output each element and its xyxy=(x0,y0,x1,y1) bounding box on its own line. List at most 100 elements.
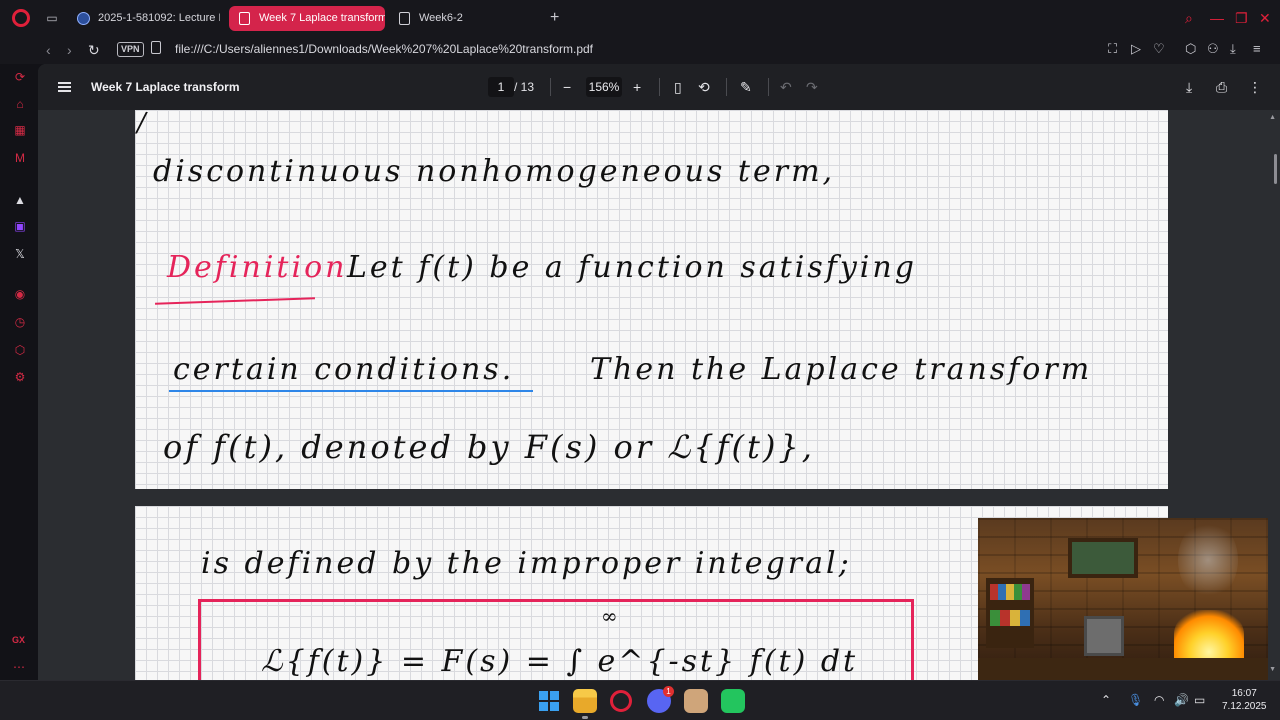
aria-icon[interactable]: ▲ xyxy=(12,192,28,208)
forward-icon[interactable]: › xyxy=(67,42,72,58)
scroll-up-icon[interactable]: ▲ xyxy=(1269,114,1276,121)
video-furnace xyxy=(1084,616,1124,656)
clock-time: 16:07 xyxy=(1231,688,1257,699)
divider xyxy=(659,78,660,96)
zoom-input[interactable]: 156% xyxy=(586,77,622,97)
annotate-icon[interactable]: ✎ xyxy=(740,78,752,96)
divider xyxy=(726,78,727,96)
tab-week6-2[interactable]: Week6-2 xyxy=(389,6,539,31)
bag-icon[interactable]: ⌂ xyxy=(12,96,28,112)
new-tab-button[interactable]: + xyxy=(550,10,559,26)
video-overlay[interactable] xyxy=(978,518,1268,680)
rotate-icon[interactable]: ⟲ xyxy=(698,78,710,96)
integral-upper-limit: ∞ xyxy=(601,604,621,628)
video-floor xyxy=(978,658,1268,680)
file-explorer-icon[interactable] xyxy=(573,689,597,719)
green-app-icon[interactable] xyxy=(721,689,745,713)
back-icon[interactable]: ‹ xyxy=(46,42,51,58)
redo-icon[interactable]: ↷ xyxy=(806,78,818,96)
discord-icon[interactable]: 1 xyxy=(647,686,674,713)
opera-logo-icon[interactable] xyxy=(12,9,30,27)
tab-week7-laplace[interactable]: Week 7 Laplace transform xyxy=(229,6,385,31)
page-number-input[interactable]: 1 xyxy=(488,77,514,97)
pdf-toolbar: Week 7 Laplace transform 1 / 13 − 156% +… xyxy=(38,64,1280,110)
close-button[interactable]: ✕ xyxy=(1259,10,1271,26)
opera-taskbar-icon[interactable] xyxy=(610,690,632,712)
gx-icon[interactable]: GX xyxy=(12,635,25,645)
tab-label: Week6-2 xyxy=(419,12,463,24)
tab-label: 2025-1-581092: Lecture N xyxy=(98,12,220,24)
vpn-badge[interactable]: VPN xyxy=(117,42,144,57)
windows-start-icon[interactable] xyxy=(537,689,561,713)
minimize-button[interactable]: — xyxy=(1210,10,1224,26)
page-total: / 13 xyxy=(514,80,535,94)
document-title: Week 7 Laplace transform xyxy=(91,80,240,94)
volume-icon[interactable]: 🔊 xyxy=(1174,693,1189,707)
settings-icon[interactable]: ⚙ xyxy=(12,369,28,385)
system-clock[interactable]: 16:07 7.12.2025 xyxy=(1222,687,1267,713)
windows-taskbar: 1 ⌃ 🎙 ◠ 🔊 ▭ 16:07 7.12.2025 xyxy=(0,680,1280,720)
fit-page-icon[interactable]: ▯ xyxy=(674,78,682,96)
x-icon[interactable]: 𝕏 xyxy=(12,246,28,262)
page-edge-stroke: / xyxy=(137,110,149,138)
snapshot-icon[interactable]: ⛶ xyxy=(1108,41,1117,57)
print-icon[interactable]: ⎙ xyxy=(1216,78,1227,96)
speed-dial-icon[interactable]: ⟳ xyxy=(12,69,28,85)
video-painting xyxy=(1068,538,1138,578)
microphone-icon[interactable]: 🎙 xyxy=(1128,693,1143,707)
url-field[interactable]: file:///C:/Users/aliennes1/Downloads/Wee… xyxy=(175,40,593,58)
video-books xyxy=(990,610,1030,626)
note-line-1: discontinuous nonhomogeneous term, xyxy=(153,154,836,189)
player-icon[interactable]: ◉ xyxy=(12,286,28,302)
characters-app-icon[interactable] xyxy=(684,689,708,713)
twitch-icon[interactable]: ▣ xyxy=(12,218,28,234)
file-icon xyxy=(151,41,161,54)
pdf-page-1: / discontinuous nonhomogeneous term, Def… xyxy=(135,110,1168,489)
downloads-icon[interactable]: ⤓ xyxy=(1230,41,1236,57)
profile-icon[interactable]: ⚇ xyxy=(1207,41,1219,57)
definition-underline xyxy=(155,297,315,305)
note-line-3-underlined: certain conditions. xyxy=(173,352,515,387)
extensions-icon[interactable]: ⬡ xyxy=(12,342,28,358)
extensions-icon[interactable]: ⬡ xyxy=(1185,41,1196,57)
download-icon[interactable]: ⤓ xyxy=(1186,78,1192,96)
browser-tab-strip: ▭ 2025-1-581092: Lecture N Week 7 Laplac… xyxy=(0,0,1280,36)
player-icon[interactable]: ▷ xyxy=(1131,41,1141,57)
battery-icon[interactable]: ▭ xyxy=(1194,693,1205,707)
divider xyxy=(550,78,551,96)
more-actions-icon[interactable]: ⋮ xyxy=(1248,78,1262,96)
easy-setup-icon[interactable]: ≡ xyxy=(1253,41,1261,57)
tab-lecture[interactable]: 2025-1-581092: Lecture N xyxy=(68,6,220,31)
zoom-in-icon[interactable]: + xyxy=(633,78,641,96)
note-line-2: Let f(t) be a function satisfying xyxy=(347,250,917,285)
history-icon[interactable]: ◷ xyxy=(12,314,28,330)
zoom-out-icon[interactable]: − xyxy=(563,78,571,96)
undo-icon[interactable]: ↶ xyxy=(780,78,792,96)
note-line-4: of f(t), denoted by F(s) or ℒ{f(t)}, xyxy=(163,428,815,466)
tab-island-icon[interactable]: ▭ xyxy=(45,11,59,25)
document-icon xyxy=(239,12,250,25)
restore-button[interactable]: ❐ xyxy=(1235,10,1248,26)
note-line-3: Then the Laplace transform xyxy=(590,352,1093,387)
blue-underline xyxy=(169,390,533,392)
scroll-down-icon[interactable]: ▼ xyxy=(1269,666,1276,673)
address-bar: ‹ › ↻ VPN file:///C:/Users/aliennes1/Dow… xyxy=(0,36,1280,64)
more-icon[interactable]: ⋯ xyxy=(13,660,25,674)
definition-label: Definition xyxy=(167,250,348,285)
divider xyxy=(768,78,769,96)
search-icon[interactable]: ⌕ xyxy=(1185,10,1193,26)
document-icon xyxy=(399,12,410,25)
chevron-up-icon[interactable]: ⌃ xyxy=(1101,693,1111,707)
menu-icon[interactable] xyxy=(58,82,71,92)
reload-icon[interactable]: ↻ xyxy=(88,42,100,58)
twitter-feed-icon[interactable]: ▦ xyxy=(12,122,28,138)
tab-label: Week 7 Laplace transform xyxy=(259,12,385,24)
m-icon[interactable]: M xyxy=(12,150,28,166)
video-books xyxy=(990,584,1030,600)
heart-icon[interactable]: ♡ xyxy=(1153,41,1165,57)
laplace-formula: ℒ{f(t)} = F(s) = ∫ e^{-st} f(t) dt xyxy=(261,644,859,679)
notification-badge: 1 xyxy=(663,686,674,697)
wifi-icon[interactable]: ◠ xyxy=(1154,693,1164,707)
globe-icon xyxy=(77,12,90,25)
scrollbar-thumb[interactable] xyxy=(1274,154,1277,184)
